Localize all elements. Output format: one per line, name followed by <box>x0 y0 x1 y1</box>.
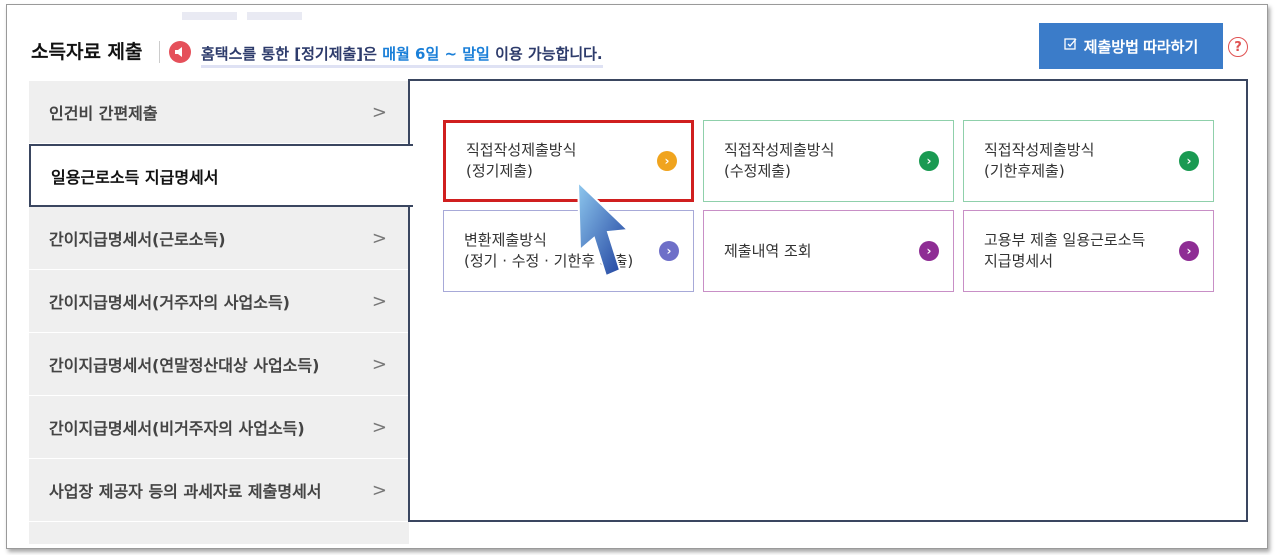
sidebar-item-label: 사업장 제공자 등의 과세자료 제출명세서 <box>49 482 322 501</box>
sidebar-item-daily-worker[interactable]: 일용근로소득 지급명세서 <box>29 144 413 207</box>
notice-suffix: 이용 가능합니다. <box>489 45 603 63</box>
window-frame: 소득자료 제출 홈택스를 통한 [정기제출]은 매월 6일 ~ 말일 이용 가능… <box>6 4 1268 549</box>
guide-button[interactable]: 제출방법 따라하기 <box>1039 23 1223 69</box>
sidebar-item-simple-nonresident-business[interactable]: 간이지급명세서(비거주자의 사업소득) > <box>29 396 409 459</box>
card-label: 직접작성제출방식 (기한후제출) <box>984 140 1094 182</box>
title-divider <box>159 41 160 63</box>
card-line1: 직접작성제출방식 <box>724 141 835 159</box>
chevron-right-circle-icon: › <box>1179 151 1199 171</box>
card-line2: (수정제출) <box>724 162 791 180</box>
card-line1: 직접작성제출방식 <box>466 141 577 159</box>
sidebar-item-simple-earned[interactable]: 간이지급명세서(근로소득) > <box>29 207 409 270</box>
sidebar-footer <box>29 522 409 544</box>
card-line1: 제출내역 조회 <box>724 241 812 260</box>
notice-prefix: 홈택스를 통한 [정기제출]은 <box>201 45 383 63</box>
card-line2: (정기제출) <box>466 162 533 180</box>
checkbox-edit-icon <box>1064 37 1078 55</box>
sidebar-item-simple-yearend-business[interactable]: 간이지급명세서(연말정산대상 사업소득) > <box>29 333 409 396</box>
card-label: 직접작성제출방식 (정기제출) <box>466 140 576 182</box>
card-line1: 고용부 제출 일용근로소득 <box>984 231 1146 249</box>
sidebar-item-workplace-provider[interactable]: 사업장 제공자 등의 과세자료 제출명세서 > <box>29 459 409 522</box>
sidebar-item-label: 간이지급명세서(거주자의 사업소득) <box>49 293 290 312</box>
card-label: 제출내역 조회 <box>724 241 812 262</box>
sidebar-item-payroll-simple[interactable]: 인건비 간편제출 > <box>29 81 409 144</box>
chevron-right-icon: > <box>371 227 387 249</box>
chevron-right-circle-icon: › <box>659 241 679 261</box>
guide-button-label: 제출방법 따라하기 <box>1083 38 1199 56</box>
notice-highlight: 매월 6일 ~ 말일 <box>382 45 490 63</box>
sidebar-item-label: 간이지급명세서(비거주자의 사업소득) <box>49 419 305 438</box>
page-title: 소득자료 제출 <box>31 41 143 63</box>
chevron-right-icon: > <box>371 101 387 123</box>
card-employment-ministry[interactable]: 고용부 제출 일용근로소득지급명세서 › <box>963 210 1214 292</box>
card-direct-late[interactable]: 직접작성제출방식 (기한후제출) › <box>963 120 1214 202</box>
chevron-right-icon: > <box>371 479 387 501</box>
sidebar-item-simple-resident-business[interactable]: 간이지급명세서(거주자의 사업소득) > <box>29 270 409 333</box>
chevron-right-circle-icon: › <box>657 151 677 171</box>
speaker-icon <box>169 41 191 63</box>
card-label: 직접작성제출방식 (수정제출) <box>724 140 834 182</box>
chevron-right-circle-icon: › <box>919 151 939 171</box>
sidebar-item-label: 간이지급명세서(근로소득) <box>49 230 226 249</box>
sidebar-item-label: 일용근로소득 지급명세서 <box>51 167 219 187</box>
card-label: 고용부 제출 일용근로소득지급명세서 <box>984 230 1145 272</box>
card-direct-amend[interactable]: 직접작성제출방식 (수정제출) › <box>703 120 954 202</box>
chevron-right-circle-icon: › <box>1179 241 1199 261</box>
sidebar-item-label: 인건비 간편제출 <box>49 104 158 123</box>
pointer-cursor-icon <box>572 179 634 284</box>
sidebar: 인건비 간편제출 > 일용근로소득 지급명세서 간이지급명세서(근로소득) > … <box>29 81 413 544</box>
content-panel: 직접작성제출방식 (정기제출) › 직접작성제출방식 (수정제출) › 직접작성제출… <box>408 79 1248 522</box>
card-line1: 직접작성제출방식 <box>984 141 1095 159</box>
chevron-right-icon: > <box>371 353 387 375</box>
chevron-right-icon: > <box>371 416 387 438</box>
chevron-right-circle-icon: › <box>919 241 939 261</box>
sidebar-item-label: 간이지급명세서(연말정산대상 사업소득) <box>49 356 320 375</box>
help-icon[interactable]: ? <box>1228 37 1248 57</box>
card-line2: 지급명세서 <box>984 252 1054 270</box>
chevron-right-icon: > <box>371 290 387 312</box>
card-direct-regular[interactable]: 직접작성제출방식 (정기제출) › <box>443 120 694 202</box>
header: 소득자료 제출 홈택스를 통한 [정기제출]은 매월 6일 ~ 말일 이용 가능… <box>7 5 1267 85</box>
card-convert-submit[interactable]: 변환제출방식 (정기 · 수정 · 기한후 제출) › <box>443 210 694 292</box>
notice-text: 홈택스를 통한 [정기제출]은 매월 6일 ~ 말일 이용 가능합니다. <box>201 43 603 68</box>
card-submission-history[interactable]: 제출내역 조회 › <box>703 210 954 292</box>
card-line2: (기한후제출) <box>984 162 1065 180</box>
